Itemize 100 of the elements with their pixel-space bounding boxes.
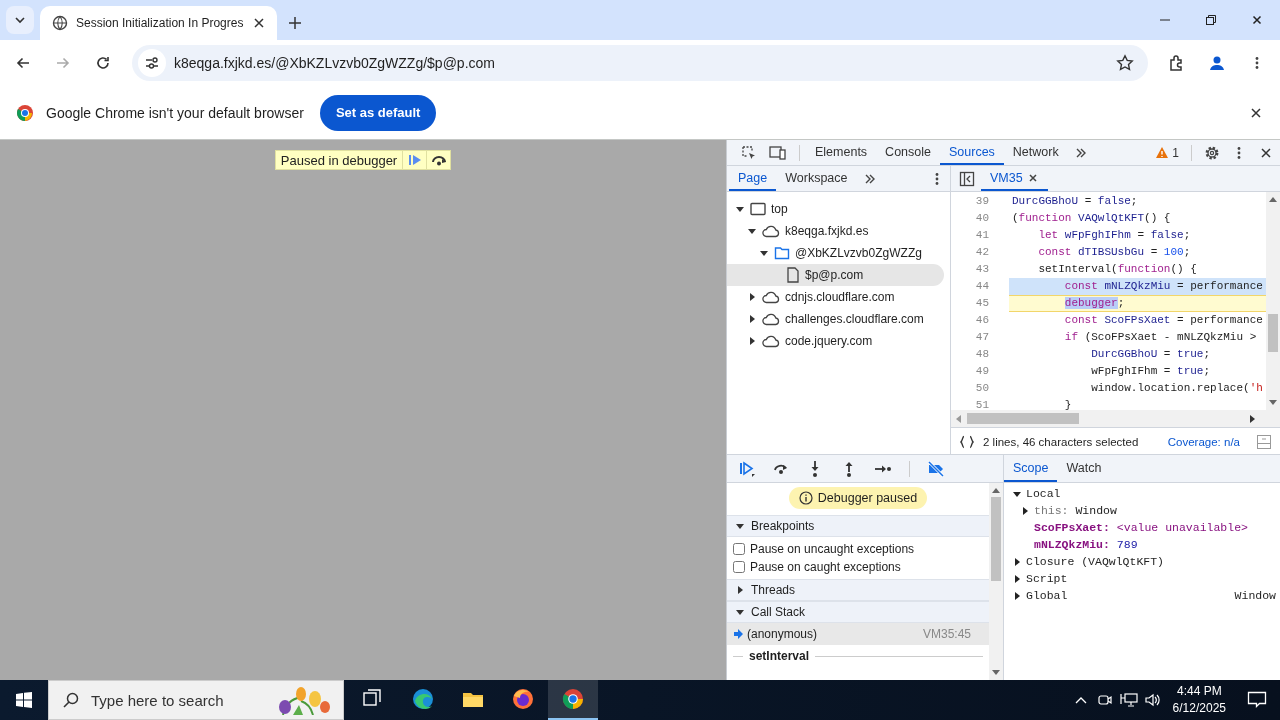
checkbox[interactable] bbox=[733, 543, 745, 555]
file-tab[interactable]: VM35 bbox=[981, 166, 1048, 191]
device-icon[interactable] bbox=[769, 144, 787, 161]
address-bar[interactable]: k8eqga.fxjkd.es/@XbKZLvzvb0ZgWZZg/$p@p.com bbox=[132, 45, 1148, 81]
sidebar-tab[interactable]: Watch bbox=[1057, 455, 1111, 482]
scrollbar-thumb[interactable] bbox=[967, 413, 1079, 424]
infobar-message: Google Chrome isn't your default browser bbox=[46, 104, 304, 121]
line-number: 39 bbox=[974, 194, 989, 209]
info-icon bbox=[798, 491, 813, 505]
tune-icon[interactable] bbox=[144, 55, 160, 71]
checkbox-label: Pause on uncaught exceptions bbox=[750, 542, 915, 556]
line-number: 47 bbox=[974, 330, 989, 345]
navigator-tab[interactable]: Workspace bbox=[776, 166, 857, 191]
panel-tab[interactable]: Console bbox=[876, 140, 940, 165]
tree-item[interactable]: cdnjs.cloudflare.com bbox=[727, 286, 944, 308]
network-icon[interactable] bbox=[1119, 692, 1138, 708]
browser-logo-icon bbox=[16, 103, 34, 122]
scrollbar[interactable] bbox=[1266, 192, 1280, 410]
inspect-icon[interactable] bbox=[741, 144, 757, 161]
call-frame[interactable]: (anonymous) VM35:45 bbox=[727, 623, 989, 645]
coverage-link[interactable]: Coverage: n/a bbox=[1167, 435, 1240, 448]
resume-icon[interactable] bbox=[738, 459, 756, 478]
code-line: DurcGGBhoU = false; bbox=[1011, 194, 1139, 209]
line-number: 41 bbox=[974, 228, 989, 243]
sidebar-tab[interactable]: Scope bbox=[1004, 455, 1058, 482]
browser-tab[interactable]: Session Initialization In Progres bbox=[40, 6, 278, 40]
resume-icon bbox=[407, 154, 422, 166]
line-number: 50 bbox=[974, 381, 989, 396]
clock-time[interactable]: 4:44 PM bbox=[1176, 683, 1222, 700]
star-icon[interactable] bbox=[1116, 54, 1134, 72]
cloud-icon bbox=[762, 334, 780, 348]
caret-down-icon[interactable] bbox=[735, 521, 745, 531]
caret-down-icon[interactable] bbox=[747, 226, 757, 236]
tab-search-button[interactable] bbox=[6, 6, 34, 34]
code-line: const dTIBSUsbGu = 100; bbox=[1037, 245, 1192, 260]
line-number: 44 bbox=[974, 279, 989, 294]
back-icon[interactable] bbox=[15, 55, 31, 71]
code-line: setInterval(function() { bbox=[1037, 262, 1198, 277]
scroll-right-icon[interactable] bbox=[1250, 414, 1256, 423]
start-icon[interactable] bbox=[15, 691, 33, 709]
restore-icon[interactable] bbox=[1205, 14, 1217, 26]
panel-tab[interactable]: Elements bbox=[806, 140, 877, 165]
tree-item[interactable]: code.jquery.com bbox=[727, 330, 944, 352]
selection-status: 2 lines, 46 characters selected bbox=[983, 435, 1139, 448]
pretty-print-icon[interactable] bbox=[959, 434, 975, 449]
scrollbar-thumb[interactable] bbox=[991, 497, 1001, 581]
async-label: setInterval bbox=[749, 649, 810, 663]
navigator-tab[interactable]: Page bbox=[729, 166, 777, 191]
volume-icon[interactable] bbox=[1143, 692, 1162, 708]
caret-right-icon[interactable] bbox=[747, 314, 757, 324]
scroll-up-icon[interactable] bbox=[1269, 196, 1277, 202]
line-number: 49 bbox=[974, 364, 989, 379]
notification-icon[interactable] bbox=[1247, 691, 1267, 709]
line-number: 40 bbox=[974, 211, 989, 226]
tree-item[interactable]: top bbox=[727, 198, 944, 220]
checkbox[interactable] bbox=[733, 561, 745, 573]
line-number: 48 bbox=[974, 347, 989, 362]
scroll-up-icon[interactable] bbox=[992, 487, 1000, 493]
scope-name: Global bbox=[1026, 588, 1068, 604]
close-icon[interactable] bbox=[1026, 171, 1039, 184]
scroll-down-icon[interactable] bbox=[1269, 400, 1277, 406]
section-header[interactable]: Call Stack bbox=[727, 601, 989, 623]
caret-down-icon[interactable] bbox=[735, 204, 745, 214]
caret-down-icon bbox=[14, 14, 26, 26]
caret-right-icon[interactable] bbox=[735, 585, 745, 595]
sidebar-toggle-icon[interactable] bbox=[959, 170, 975, 187]
caret-right-icon[interactable] bbox=[1012, 556, 1022, 567]
section-header[interactable]: Breakpoints bbox=[727, 515, 989, 537]
caret-right-icon[interactable] bbox=[1012, 573, 1022, 584]
settings-icon[interactable] bbox=[1204, 144, 1220, 161]
reload-icon[interactable] bbox=[95, 55, 111, 71]
caret-right-icon[interactable] bbox=[1012, 590, 1022, 601]
scroll-down-icon[interactable] bbox=[992, 670, 1000, 676]
tree-item[interactable]: challenges.cloudflare.com bbox=[727, 308, 944, 330]
section-header[interactable]: Threads bbox=[727, 579, 989, 601]
tree-item[interactable]: k8eqga.fxjkd.es bbox=[727, 220, 944, 242]
deactivate-breakpoints-icon[interactable] bbox=[927, 459, 945, 478]
camera-icon[interactable] bbox=[1096, 692, 1113, 708]
scrollbar[interactable] bbox=[989, 483, 1003, 680]
caret-right-icon[interactable] bbox=[1020, 505, 1030, 516]
close-icon[interactable] bbox=[1250, 13, 1264, 27]
new-tab-icon[interactable] bbox=[287, 15, 304, 31]
caret-right-icon[interactable] bbox=[747, 336, 757, 346]
clock-date[interactable]: 6/12/2025 bbox=[1172, 700, 1226, 717]
panel-tab[interactable]: Network bbox=[1003, 140, 1068, 165]
window-icon bbox=[750, 202, 766, 216]
caret-down-icon[interactable] bbox=[759, 248, 769, 258]
tree-item[interactable]: @XbKZLvzvb0ZgWZZg bbox=[727, 242, 944, 264]
panel-icon[interactable] bbox=[1256, 433, 1272, 450]
scrollbar-thumb[interactable] bbox=[1268, 314, 1278, 352]
scrollbar[interactable] bbox=[951, 410, 1280, 427]
caret-down-icon[interactable] bbox=[735, 607, 745, 617]
search-icon bbox=[63, 692, 79, 708]
taskbar-app[interactable] bbox=[548, 680, 598, 720]
taskbar-search-field[interactable]: Type here to search bbox=[48, 680, 344, 720]
tree-item[interactable]: $p@p.com bbox=[727, 264, 944, 286]
cloud-icon bbox=[762, 290, 780, 304]
file-icon bbox=[786, 267, 800, 283]
caret-right-icon[interactable] bbox=[747, 292, 757, 302]
set-default-button[interactable]: Set as default bbox=[319, 94, 437, 131]
